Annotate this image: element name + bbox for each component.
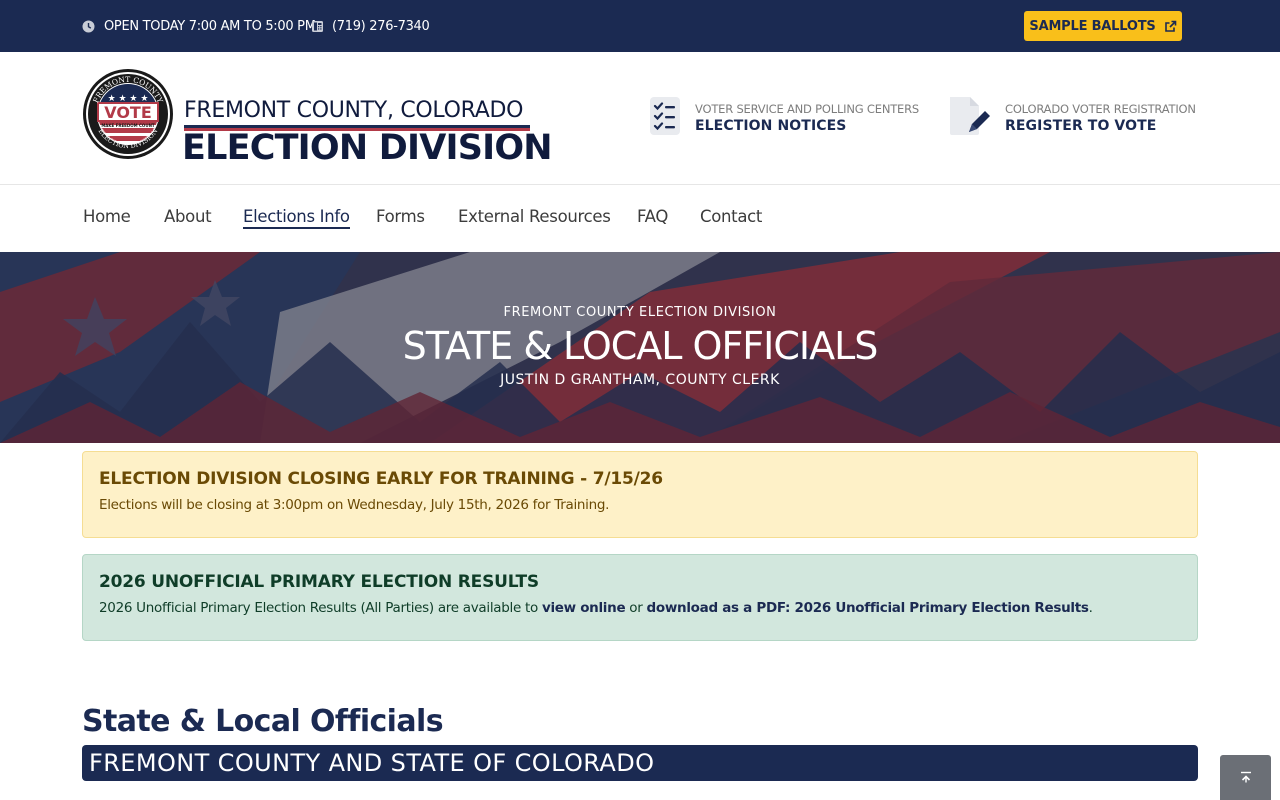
nav-item-faq[interactable]: FAQ <box>637 207 668 226</box>
chevron-up-icon <box>1240 768 1252 787</box>
nav-item-forms[interactable]: Forms <box>376 207 425 226</box>
page-hero: FREMONT COUNTY ELECTION DIVISION STATE &… <box>0 252 1280 443</box>
alert-text-before: 2026 Unofficial Primary Election Results… <box>99 600 542 616</box>
site-header: ★ ★ ★ ★ VOTE MAKE FREEDOM COUNT FREMONT … <box>0 52 1280 185</box>
view-online-link[interactable]: view online <box>542 600 626 616</box>
top-bar: OPEN TODAY 7:00 AM TO 5:00 PM (719) 276-… <box>0 0 1280 52</box>
alert-text: 2026 Unofficial Primary Election Results… <box>99 600 1181 616</box>
phone-info[interactable]: (719) 276-7340 <box>311 17 430 35</box>
phone-icon <box>311 20 324 33</box>
page-title: STATE & LOCAL OFFICIALS <box>402 324 879 368</box>
hours-info: OPEN TODAY 7:00 AM TO 5:00 PM <box>82 17 316 35</box>
logo-county-text: FREMONT COUNTY, COLORADO <box>184 98 524 123</box>
hero-kicker: FREMONT COUNTY ELECTION DIVISION <box>503 305 777 320</box>
vote-seal-logo: ★ ★ ★ ★ VOTE MAKE FREEDOM COUNT FREMONT … <box>83 69 173 159</box>
election-notices-caption: VOTER SERVICE AND POLLING CENTERS <box>695 102 920 116</box>
register-label[interactable]: REGISTER TO VOTE <box>1005 118 1196 134</box>
nav-item-external-resources[interactable]: External Resources <box>458 207 611 226</box>
phone-text[interactable]: (719) 276-7340 <box>332 19 430 34</box>
nav-item-home[interactable]: Home <box>83 207 131 226</box>
closing-early-alert: ELECTION DIVISION CLOSING EARLY FOR TRAI… <box>82 451 1198 538</box>
logo-division-text: ELECTION DIVISION <box>182 128 553 168</box>
register-caption: COLORADO VOTER REGISTRATION <box>1005 102 1196 116</box>
checklist-icon <box>650 97 680 139</box>
alert-text: Elections will be closing at 3:00pm on W… <box>99 497 610 513</box>
clock-icon <box>82 20 95 33</box>
seal-vote-text: VOTE <box>104 103 152 122</box>
alert-text-mid: or <box>625 600 647 616</box>
seal-motto-text: MAKE FREEDOM COUNT <box>101 123 155 128</box>
hours-text: OPEN TODAY 7:00 AM TO 5:00 PM <box>104 18 316 34</box>
election-notices-link[interactable]: VOTER SERVICE AND POLLING CENTERS ELECTI… <box>650 96 919 140</box>
alert-title: 2026 UNOFFICIAL PRIMARY ELECTION RESULTS <box>99 572 539 592</box>
section-band: FREMONT COUNTY AND STATE OF COLORADO <box>82 745 1198 781</box>
back-to-top-button[interactable] <box>1220 755 1271 800</box>
hero-subtitle: JUSTIN D GRANTHAM, COUNTY CLERK <box>500 372 780 388</box>
nav-item-about[interactable]: About <box>164 207 212 226</box>
election-results-alert: 2026 UNOFFICIAL PRIMARY ELECTION RESULTS… <box>82 554 1198 641</box>
alert-text-after: . <box>1088 600 1093 616</box>
external-link-icon <box>1164 20 1177 33</box>
site-logo[interactable]: ★ ★ ★ ★ VOTE MAKE FREEDOM COUNT FREMONT … <box>82 68 553 168</box>
election-notices-label[interactable]: ELECTION NOTICES <box>695 118 919 134</box>
sample-ballots-label: SAMPLE BALLOTS <box>1029 18 1156 34</box>
main-nav: Home About Elections Info Forms External… <box>0 185 1280 252</box>
nav-item-elections-info[interactable]: Elections Info <box>243 207 350 229</box>
register-to-vote-link[interactable]: COLORADO VOTER REGISTRATION REGISTER TO … <box>948 96 1196 140</box>
nav-item-contact[interactable]: Contact <box>700 207 762 226</box>
section-heading: State & Local Officials <box>82 704 444 739</box>
document-pen-icon <box>948 95 990 141</box>
sample-ballots-button[interactable]: SAMPLE BALLOTS <box>1024 11 1182 41</box>
download-pdf-link[interactable]: download as a PDF: 2026 Unofficial Prima… <box>647 600 1089 616</box>
alert-title: ELECTION DIVISION CLOSING EARLY FOR TRAI… <box>99 469 663 489</box>
